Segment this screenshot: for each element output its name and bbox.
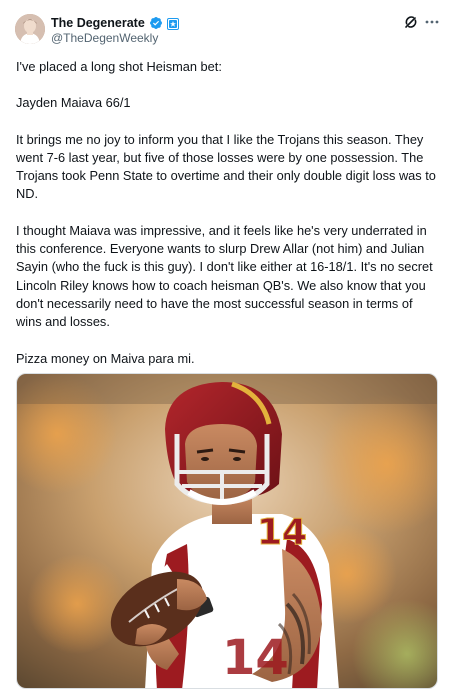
tweet-paragraph: It brings me no joy to inform you that I…: [16, 131, 436, 202]
tweet-paragraph: Jayden Maiava 66/1: [16, 95, 131, 111]
verified-badge-icon: [149, 16, 163, 30]
grok-icon[interactable]: [403, 14, 419, 30]
quarterback-photo: 14 14: [17, 374, 437, 688]
avatar-image: [15, 14, 45, 44]
author-handle[interactable]: @TheDegenWeekly: [51, 31, 158, 45]
tweet-paragraph: I thought Maiava was impressive, and it …: [16, 222, 433, 330]
tweet-card: The Degenerate @TheDegenWeekly I've plac…: [0, 0, 457, 697]
chest-number: 14: [222, 630, 289, 686]
author-avatar[interactable]: [15, 14, 45, 44]
tweet-paragraph: Pizza money on Maiva para mi.: [16, 350, 195, 366]
author-name-row: The Degenerate: [51, 14, 179, 31]
author-display-name[interactable]: The Degenerate: [51, 16, 145, 30]
jersey-number: 14: [257, 512, 307, 553]
tweet-media-photo[interactable]: 14 14: [16, 373, 438, 689]
affiliate-badge-icon[interactable]: [166, 17, 179, 30]
more-options-icon[interactable]: [423, 14, 441, 30]
tweet-text: I've placed a long shot Heisman bet: Jay…: [16, 58, 440, 386]
tweet-paragraph: I've placed a long shot Heisman bet:: [16, 59, 222, 74]
